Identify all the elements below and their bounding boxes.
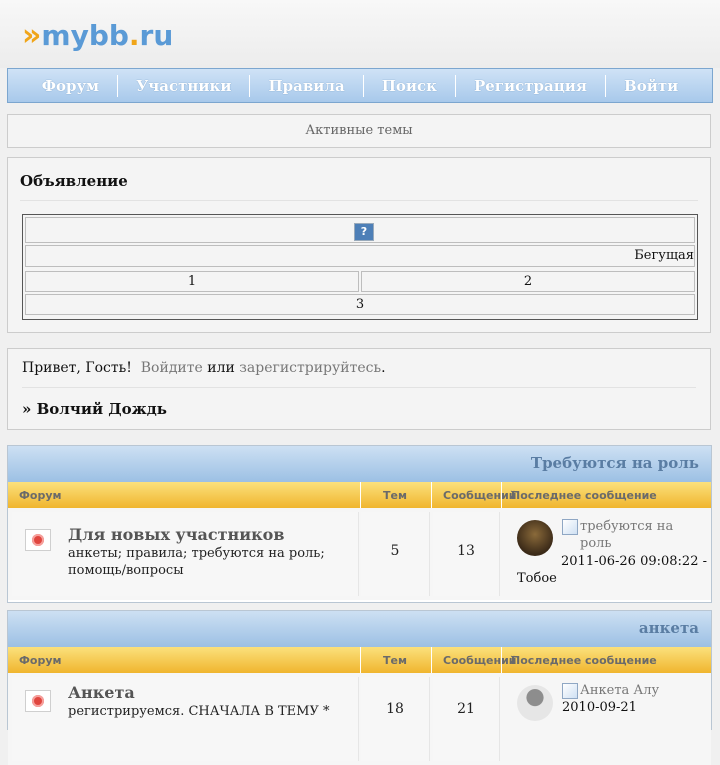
nav-members[interactable]: Участники	[117, 74, 249, 97]
nav-rules[interactable]: Правила	[249, 74, 362, 97]
or-text: или	[207, 360, 235, 376]
announcement-table: ? Бегущая 1 2 3	[22, 214, 698, 320]
last-post-date: 2011-06-26 09:08:22 - Тобое	[517, 554, 707, 586]
nav-login[interactable]: Войти	[605, 74, 696, 97]
col-posts: Сообщений	[443, 654, 517, 667]
forum-description: анкеты; правила; требуются на роль; помо…	[68, 546, 325, 578]
col-divider	[360, 647, 361, 673]
divider	[20, 200, 698, 201]
active-topics-panel: Активные темы	[7, 114, 711, 148]
announcement-cell-2: 2	[361, 271, 695, 292]
post-icon	[562, 519, 578, 535]
posts-cell	[433, 677, 500, 761]
active-topics-link[interactable]: Активные темы	[305, 123, 412, 138]
board-title[interactable]: » Волчий Дождь	[22, 400, 167, 418]
help-icon[interactable]: ?	[354, 223, 374, 241]
cell-1-text: 1	[187, 274, 197, 289]
announcement-marquee: Бегущая	[25, 245, 695, 267]
welcome-line: Привет, Гость! Войдите или зарегистрируй…	[22, 360, 386, 376]
topics-count: 5	[390, 543, 400, 559]
avatar[interactable]	[517, 520, 553, 556]
col-posts: Сообщений	[443, 489, 517, 502]
forum-unread-icon	[25, 529, 51, 551]
col-divider	[360, 482, 361, 508]
category-title[interactable]: анкета	[8, 611, 711, 647]
forum-name-link[interactable]: Для новых участников	[68, 525, 284, 544]
logo-chevrons-icon: »	[22, 18, 42, 53]
col-forum: Форум	[19, 489, 62, 502]
nav-forum[interactable]: Форум	[24, 75, 117, 97]
forum-name-link[interactable]: Анкета	[68, 683, 135, 702]
forum-description: регистрируемся. СНАЧАЛА В ТЕМУ *	[68, 704, 330, 719]
last-post-link[interactable]: Анкета Алу	[580, 682, 700, 699]
avatar[interactable]	[517, 685, 553, 721]
category-block: Требуются на роль Форум Тем Сообщений По…	[7, 445, 712, 603]
welcome-panel: Привет, Гость! Войдите или зарегистрируй…	[7, 348, 711, 430]
last-post-date: 2010-09-21	[562, 700, 637, 715]
main-navigation: Форум Участники Правила Поиск Регистраци…	[7, 68, 713, 103]
col-last-post: Последнее сообщение	[511, 654, 657, 667]
marquee-text: Бегущая	[634, 248, 694, 263]
register-link[interactable]: зарегистрируйтесь	[239, 360, 381, 376]
announcement-cell-1: 1	[25, 271, 359, 292]
column-headers: Форум Тем Сообщений Последнее сообщение	[8, 647, 711, 673]
announcement-cell-top: ?	[25, 217, 695, 243]
col-topics: Тем	[383, 489, 407, 502]
category-title[interactable]: Требуются на роль	[8, 446, 711, 482]
forum-row: Анкета регистрируемся. СНАЧАЛА В ТЕМУ * …	[8, 673, 711, 765]
forum-row: Для новых участников анкеты; правила; тр…	[8, 508, 711, 600]
announcement-cell-3: 3	[25, 294, 695, 315]
col-forum: Форум	[19, 654, 62, 667]
last-post-link[interactable]: требуются на роль	[580, 518, 700, 552]
col-divider	[431, 647, 432, 673]
login-link[interactable]: Войдите	[141, 360, 203, 376]
col-last-post: Последнее сообщение	[511, 489, 657, 502]
mybb-logo[interactable]: » mybb.ru	[22, 18, 173, 54]
topics-count: 18	[386, 701, 404, 717]
divider	[22, 387, 696, 388]
cell-3-text: 3	[355, 297, 365, 312]
greeting: Привет, Гость!	[22, 360, 132, 376]
announcement-title: Объявление	[20, 172, 128, 190]
announcement-panel: Объявление ? Бегущая 1 2 3	[7, 157, 711, 333]
col-divider	[501, 482, 502, 508]
category-block: анкета Форум Тем Сообщений Последнее соо…	[7, 610, 712, 765]
nav-register[interactable]: Регистрация	[454, 74, 605, 97]
post-icon	[562, 683, 578, 699]
forum-unread-icon	[25, 690, 51, 712]
period: .	[381, 360, 386, 376]
posts-count: 21	[457, 701, 475, 717]
col-divider	[431, 482, 432, 508]
cell-2-text: 2	[523, 274, 533, 289]
topics-cell	[361, 677, 430, 761]
nav-search[interactable]: Поиск	[362, 74, 455, 97]
col-topics: Тем	[383, 654, 407, 667]
site-header: » mybb.ru	[0, 0, 720, 68]
col-divider	[501, 647, 502, 673]
column-headers: Форум Тем Сообщений Последнее сообщение	[8, 482, 711, 508]
logo-text: mybb.ru	[41, 19, 174, 52]
posts-count: 13	[457, 543, 475, 559]
